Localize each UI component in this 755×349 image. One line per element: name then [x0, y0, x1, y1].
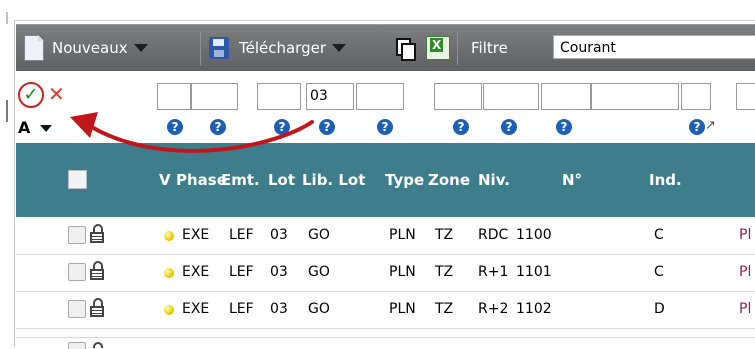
annotation-arrow-icon	[70, 112, 314, 153]
